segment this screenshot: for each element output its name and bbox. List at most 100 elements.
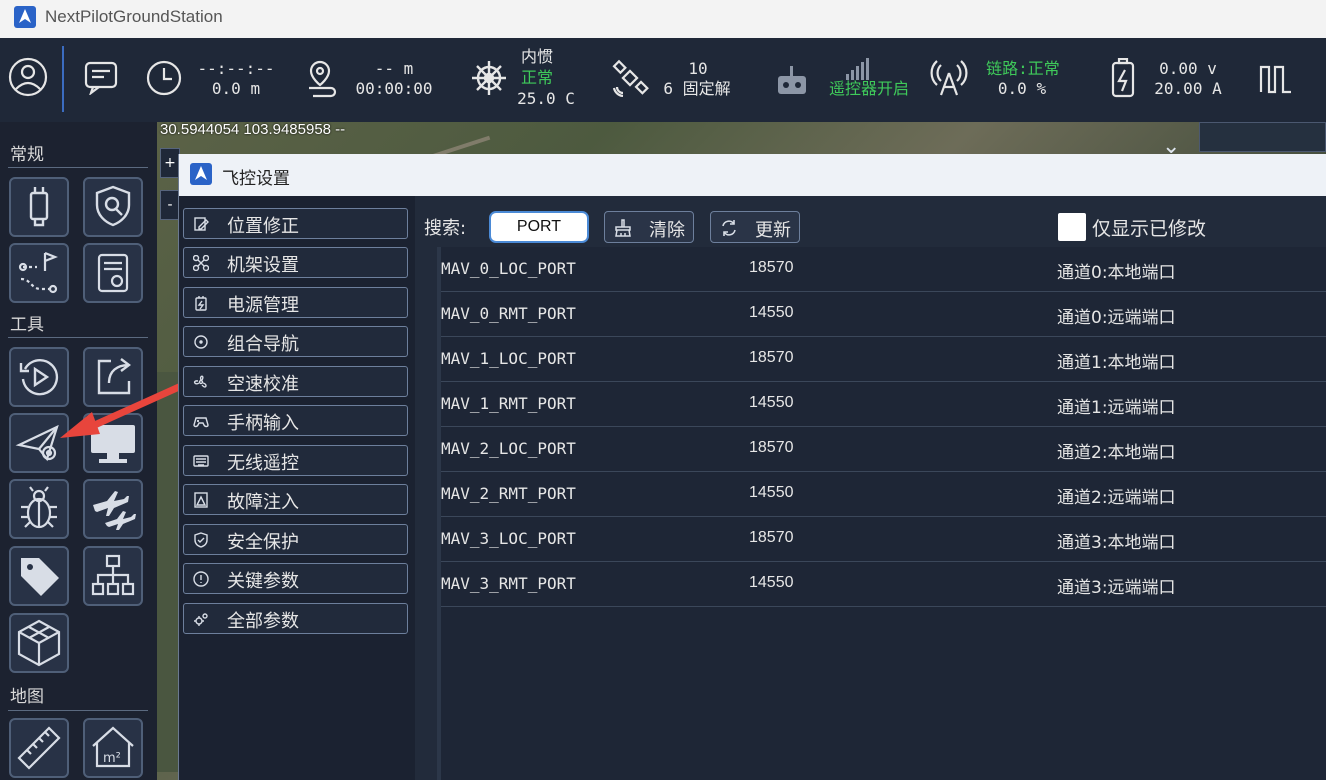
param-value: 18570 [749,529,794,546]
table-row[interactable]: MAV_1_RMT_PORT 14550 通道1:远端端口 [441,382,1326,427]
3d-model-button[interactable] [9,613,69,673]
gears-icon [194,613,208,626]
nav-airspeed-calibration[interactable]: 空速校准 [183,366,408,397]
table-row[interactable]: MAV_2_LOC_PORT 18570 通道2:本地端口 [441,427,1326,472]
warning-document-icon [194,492,208,508]
ruler-measure-button[interactable] [9,718,69,778]
parameter-panel: 搜索: PORT 清除 更新 仅显示已修改 MAV_0_LOC_PORT 185… [415,196,1326,780]
power-plug-icon [195,296,207,311]
exclamation-circle-icon [193,571,209,587]
gps-satellite-count: 10 [688,59,708,78]
search-input[interactable]: PORT [489,211,589,243]
message-icon[interactable] [83,59,119,99]
nav-key-parameters[interactable]: 关键参数 [183,563,408,594]
battery-voltage: 0.00 v [1159,59,1217,78]
nav-label: 电源管理 [227,295,299,316]
ship-wheel-icon [470,59,508,101]
table-row[interactable]: MAV_3_RMT_PORT 14550 通道3:远端端口 [441,562,1326,607]
section-map-label: 地图 [10,687,44,707]
section-tools-label: 工具 [10,315,44,335]
nav-label: 空速校准 [227,374,299,395]
zoom-out-button[interactable]: - [160,190,180,220]
ins-temp: 25.0 C [517,89,575,108]
modified-only-checkbox[interactable] [1058,213,1086,241]
window-title: NextPilotGroundStation [45,7,223,26]
network-topology-button[interactable] [83,546,143,606]
satellite-icon [611,59,649,101]
nav-all-parameters[interactable]: 全部参数 [183,603,408,634]
status-bar: --:--:-- 0.0 m -- m 00:00:00 内惯 正常 25.0 … [0,38,1326,122]
ins-title: 内惯 [520,47,553,66]
keyboard-icon [193,455,209,467]
section-divider [8,710,148,711]
distance-readout: -- m [374,59,414,78]
table-row[interactable]: MAV_0_LOC_PORT 18570 通道0:本地端口 [441,247,1326,292]
nav-label: 关键参数 [227,571,299,592]
param-description: 通道3:本地端口 [1057,533,1176,553]
gamepad-icon [193,417,209,428]
nav-integrated-navigation[interactable]: 组合导航 [183,326,408,357]
param-value: 14550 [749,574,794,591]
section-divider [8,337,148,338]
waveform-icon[interactable] [1259,64,1293,98]
table-row[interactable]: MAV_3_LOC_PORT 18570 通道3:本地端口 [441,517,1326,562]
mission-route-button[interactable] [9,243,69,303]
param-name: MAV_2_RMT_PORT [441,484,576,503]
clear-label: 清除 [649,220,685,241]
clock-icon [145,59,183,101]
nav-gamepad-input[interactable]: 手柄输入 [183,405,408,436]
security-search-button[interactable] [83,177,143,237]
table-row[interactable]: MAV_2_RMT_PORT 14550 通道2:远端端口 [441,472,1326,517]
nav-wireless-remote[interactable]: 无线遥控 [183,445,408,476]
settings-document-button[interactable] [83,243,143,303]
table-row[interactable]: MAV_0_RMT_PORT 14550 通道0:远端端口 [441,292,1326,337]
nav-label: 手柄输入 [227,413,299,434]
debug-bug-button[interactable] [9,479,69,539]
refresh-label: 更新 [755,220,791,241]
param-name: MAV_1_RMT_PORT [441,394,576,413]
parameter-table: MAV_0_LOC_PORT 18570 通道0:本地端口 MAV_0_RMT_… [437,247,1326,780]
nav-frame-settings[interactable]: 机架设置 [183,247,408,278]
map-coordinates: 30.5944054 103.9485958 -- [160,121,346,138]
param-description: 通道2:远端端口 [1057,488,1176,508]
dialog-titlebar: 飞控设置 [179,154,1326,196]
window-titlebar: NextPilotGroundStation [0,0,1326,38]
target-icon [194,335,208,349]
param-description: 通道1:远端端口 [1057,398,1176,418]
battery-icon [1110,57,1136,102]
nav-fault-injection[interactable]: 故障注入 [183,484,408,515]
param-name: MAV_3_LOC_PORT [441,529,576,548]
param-name: MAV_1_LOC_PORT [441,349,576,368]
clear-button[interactable]: 清除 [604,211,694,243]
user-icon[interactable] [8,57,48,101]
area-measure-button[interactable]: m² [83,718,143,778]
multi-aircraft-button[interactable] [83,479,143,539]
refresh-button[interactable]: 更新 [710,211,800,243]
param-value: 18570 [749,259,794,276]
table-row[interactable]: MAV_1_LOC_PORT 18570 通道1:本地端口 [441,337,1326,382]
ins-state: 正常 [520,68,553,87]
param-description: 通道2:本地端口 [1057,443,1176,463]
nav-position-correction[interactable]: 位置修正 [183,208,408,239]
app-logo-icon [14,6,36,28]
annotation-arrow-icon [60,378,194,438]
nav-power-management[interactable]: 电源管理 [183,287,408,318]
left-sidebar: 常规 工具 地图 m² [0,122,157,780]
tag-button[interactable] [9,546,69,606]
param-name: MAV_0_RMT_PORT [441,304,576,323]
app-logo-icon [190,163,212,185]
refresh-icon [722,220,736,236]
remote-controller-icon [776,64,808,100]
param-value: 18570 [749,439,794,456]
param-name: MAV_0_LOC_PORT [441,259,576,278]
nav-label: 无线遥控 [227,453,299,474]
distance-time-readout: 00:00:00 [355,79,433,98]
param-description: 通道0:本地端口 [1057,263,1176,283]
usb-device-button[interactable] [9,177,69,237]
drone-icon [193,255,209,271]
zoom-in-button[interactable]: + [160,148,180,178]
section-general-label: 常规 [10,145,44,165]
nav-label: 故障注入 [227,492,299,513]
flight-time: --:--:-- [197,59,275,78]
nav-safety-protection[interactable]: 安全保护 [183,524,408,555]
